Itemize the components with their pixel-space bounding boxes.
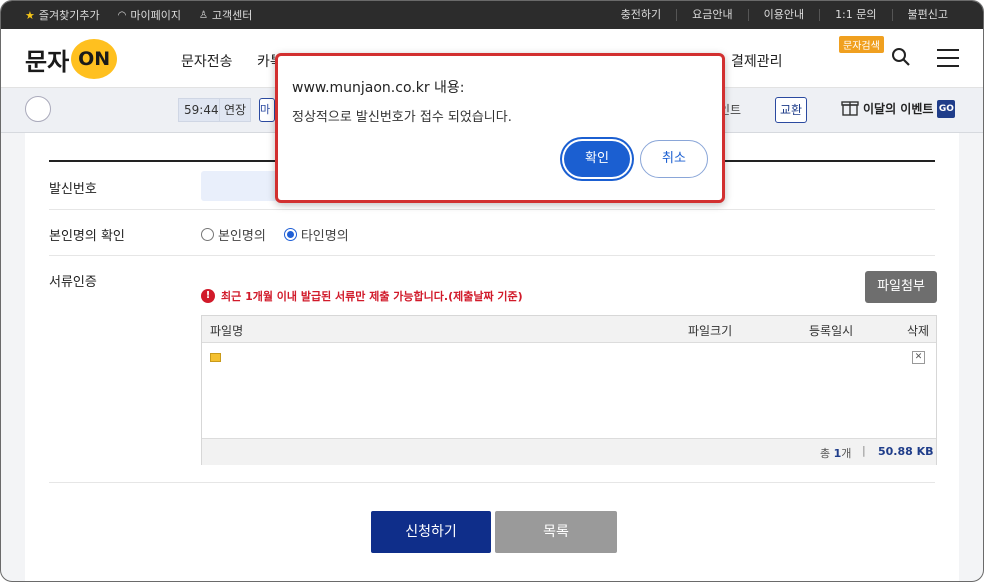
warning-message: ! 최근 1개월 이내 발급된 서류만 제출 가능합니다.(제출날짜 기준) xyxy=(201,288,523,304)
favorites-label: 즐겨찾기추가 xyxy=(38,9,100,22)
footer-separator: | xyxy=(862,444,866,457)
sender-number-label: 발신번호 xyxy=(49,182,97,197)
total-size: 50.88 KB xyxy=(878,445,934,458)
favorites-link[interactable]: ★ 즐겨찾기추가 xyxy=(25,7,100,23)
dialog-ok-button[interactable]: 확인 xyxy=(564,141,630,177)
table-header: 파일명 파일크기 등록일시 삭제 xyxy=(202,316,936,343)
radio-self-label: 본인명의 xyxy=(218,229,266,244)
browser-window: ★ 즐겨찾기추가 ◠ 마이페이지 ♙ 고객센터 충전하기 요금안내 이용안내 1… xyxy=(0,0,984,582)
identity-radio-group: 본인명의 타인명의 xyxy=(201,225,349,244)
radio-other-label: 타인명의 xyxy=(300,229,349,244)
go-badge: GO xyxy=(937,99,956,118)
topbar-link-inquiry[interactable]: 1:1 문의 xyxy=(819,9,891,21)
total-count: 총 1개 xyxy=(820,445,851,461)
warning-text: 최근 1개월 이내 발급된 서류만 제출 가능합니다.(제출날짜 기준) xyxy=(221,290,523,303)
avatar[interactable] xyxy=(25,96,51,122)
mypage-link[interactable]: ◠ 마이페이지 xyxy=(118,7,181,23)
col-filename: 파일명 xyxy=(210,324,244,338)
dialog-message: 정상적으로 발신번호가 접수 되었습니다. xyxy=(292,110,512,125)
file-table: 파일명 파일크기 등록일시 삭제 ✕ 총 1개 | 50.88 KB xyxy=(201,315,937,465)
total-unit: 개 xyxy=(841,447,852,460)
radio-other[interactable] xyxy=(283,228,297,241)
top-utility-bar: ★ 즐겨찾기추가 ◠ 마이페이지 ♙ 고객센터 충전하기 요금안내 이용안내 1… xyxy=(1,1,983,29)
nav-sms[interactable]: 문자전송 xyxy=(181,51,233,71)
support-link[interactable]: ♙ 고객센터 xyxy=(199,7,252,23)
total-prefix: 총 xyxy=(820,447,831,460)
search-icon[interactable] xyxy=(891,47,911,71)
topbar-link-pricing[interactable]: 요금안내 xyxy=(676,9,747,21)
delete-icon[interactable]: ✕ xyxy=(912,351,925,364)
headset-icon: ◠ xyxy=(117,9,127,21)
person-icon: ♙ xyxy=(198,9,208,21)
topbar-link-charge[interactable]: 충전하기 xyxy=(606,9,676,21)
warning-icon: ! xyxy=(201,289,215,303)
col-filesize: 파일크기 xyxy=(688,324,733,338)
alert-dialog: www.munjaon.co.kr 내용: 정상적으로 발신번호가 접수 되었습… xyxy=(275,53,725,203)
hamburger-menu-icon[interactable] xyxy=(937,49,959,73)
row-divider xyxy=(49,209,935,210)
logo-text: 문자 xyxy=(25,47,70,76)
nav-billing[interactable]: 결제관리 xyxy=(731,51,783,71)
star-icon: ★ xyxy=(25,8,35,22)
radio-self[interactable] xyxy=(201,228,214,241)
dialog-cancel-button[interactable]: 취소 xyxy=(640,140,708,178)
topbar-link-guide[interactable]: 이용안내 xyxy=(747,9,819,21)
monthly-event-link[interactable]: 이달의 이벤트 GO xyxy=(841,98,956,119)
col-delete: 삭제 xyxy=(907,324,930,338)
list-button[interactable]: 목록 xyxy=(495,511,617,553)
logo-on-badge: ON xyxy=(71,39,118,79)
site-logo[interactable]: 문자 ON xyxy=(25,39,118,79)
search-tag: 문자검색 xyxy=(839,36,884,53)
mypage-label: 마이페이지 xyxy=(130,9,181,22)
row-divider xyxy=(49,482,935,483)
extend-session-button[interactable]: 연장 xyxy=(219,98,252,122)
table-footer: 총 1개 | 50.88 KB xyxy=(202,438,936,465)
file-icon xyxy=(210,353,221,362)
dialog-title: www.munjaon.co.kr 내용: xyxy=(292,80,465,96)
submit-button[interactable]: 신청하기 xyxy=(371,511,491,553)
docs-label: 서류인증 xyxy=(49,275,97,290)
subbar-button[interactable]: 마 xyxy=(259,98,275,122)
gift-icon xyxy=(841,98,859,119)
attach-file-button[interactable]: 파일첨부 xyxy=(865,271,937,303)
exchange-button[interactable]: 교환 xyxy=(775,97,807,123)
identity-label: 본인명의 확인 xyxy=(49,229,125,244)
event-label: 이달의 이벤트 xyxy=(863,102,934,116)
topbar-link-report[interactable]: 불편신고 xyxy=(891,9,963,21)
row-divider xyxy=(49,255,935,256)
nav-kakao[interactable]: 카톡 xyxy=(257,51,275,71)
session-timer: 59:44 xyxy=(178,98,225,122)
support-label: 고객센터 xyxy=(211,9,253,22)
col-date: 등록일시 xyxy=(809,324,854,338)
